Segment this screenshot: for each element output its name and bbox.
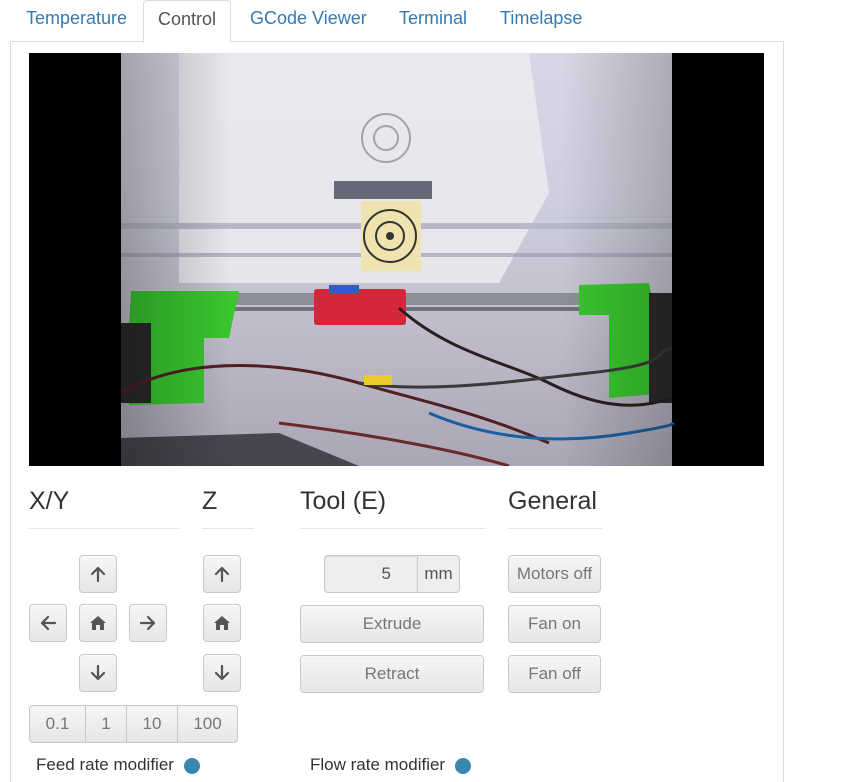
distance-0-1-button[interactable]: 0.1: [30, 706, 86, 742]
fan-on-button[interactable]: Fan on: [508, 605, 601, 643]
general-divider: [508, 528, 602, 529]
home-icon: [89, 615, 107, 631]
flow-rate-modifier-text: Flow rate modifier: [310, 755, 446, 774]
xy-divider: [29, 528, 179, 529]
z-section-title: Z: [202, 487, 218, 515]
arrow-right-icon: [140, 615, 156, 631]
z-divider: [202, 528, 254, 529]
home-xy-button[interactable]: [79, 604, 117, 642]
tab-bar: Temperature Control GCode Viewer Termina…: [10, 0, 784, 43]
arrow-down-icon: [214, 665, 230, 681]
distance-1-button[interactable]: 1: [86, 706, 127, 742]
home-icon: [213, 615, 231, 631]
tab-control[interactable]: Control: [143, 0, 231, 43]
tab-terminal[interactable]: Terminal: [399, 0, 467, 42]
retract-button[interactable]: Retract: [300, 655, 484, 693]
extrude-amount-group: mm: [324, 555, 460, 593]
info-icon[interactable]: [455, 757, 472, 774]
motors-off-button[interactable]: Motors off: [508, 555, 601, 593]
tab-gcode-viewer[interactable]: GCode Viewer: [250, 0, 367, 42]
extrude-button[interactable]: Extrude: [300, 605, 484, 643]
jog-x-minus-button[interactable]: [29, 604, 67, 642]
arrow-left-icon: [40, 615, 56, 631]
feed-rate-modifier-label: Feed rate modifier: [36, 755, 200, 775]
home-z-button[interactable]: [203, 604, 241, 642]
flow-rate-modifier-label: Flow rate modifier: [310, 755, 472, 775]
jog-y-plus-button[interactable]: [79, 555, 117, 593]
distance-10-button[interactable]: 10: [127, 706, 178, 742]
arrow-up-icon: [90, 566, 106, 582]
xy-section-title: X/Y: [29, 487, 70, 515]
feed-rate-modifier-text: Feed rate modifier: [36, 755, 174, 774]
general-section-title: General: [508, 487, 597, 515]
tab-timelapse[interactable]: Timelapse: [500, 0, 582, 42]
extrude-amount-input[interactable]: [324, 555, 417, 593]
jog-z-plus-button[interactable]: [203, 555, 241, 593]
jog-distance-selector: 0.1 1 10 100: [29, 705, 238, 743]
webcam-stream: [29, 53, 764, 466]
arrow-up-icon: [214, 566, 230, 582]
tab-temperature[interactable]: Temperature: [26, 0, 127, 42]
tool-divider: [300, 528, 485, 529]
info-icon[interactable]: [183, 757, 200, 774]
jog-x-plus-button[interactable]: [129, 604, 167, 642]
distance-100-button[interactable]: 100: [178, 706, 237, 742]
fan-off-button[interactable]: Fan off: [508, 655, 601, 693]
extrude-amount-unit: mm: [417, 555, 460, 593]
arrow-down-icon: [90, 665, 106, 681]
tool-section-title: Tool (E): [300, 487, 387, 515]
jog-y-minus-button[interactable]: [79, 654, 117, 692]
jog-z-minus-button[interactable]: [203, 654, 241, 692]
